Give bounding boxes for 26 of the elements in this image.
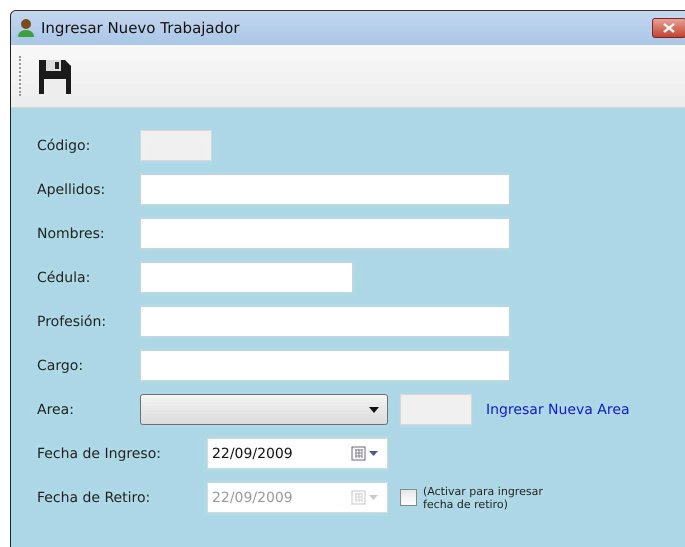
close-icon	[663, 23, 675, 33]
checkbox-label: (Activar para ingresar fecha de retiro)	[423, 484, 543, 510]
close-button[interactable]	[652, 18, 685, 38]
text-field[interactable]	[140, 350, 510, 381]
field-label: Código:	[37, 138, 92, 154]
field-label: Cargo:	[37, 358, 84, 374]
field-label: Fecha de Retiro:	[37, 490, 152, 506]
field-label: Fecha de Ingreso:	[37, 446, 162, 462]
field-label: Nombres:	[37, 226, 106, 242]
text-field[interactable]	[140, 174, 510, 205]
text-field[interactable]	[140, 218, 510, 249]
text-field[interactable]	[140, 262, 353, 293]
calendar-dropdown-icon	[351, 446, 381, 462]
calendar-dropdown-icon	[351, 490, 381, 506]
field-label: Cédula:	[37, 270, 92, 286]
window-title: Ingresar Nuevo Trabajador	[41, 19, 240, 37]
field-label: Apellidos:	[37, 182, 106, 198]
field-label: Area:	[37, 402, 75, 418]
caret-icon	[369, 406, 379, 412]
person-icon	[17, 18, 35, 38]
field-label: Profesión:	[37, 314, 108, 330]
date-picker[interactable]: 22/09/2009	[207, 438, 388, 469]
area-code-field	[400, 394, 472, 425]
new-area-link[interactable]: Ingresar Nueva Area	[486, 402, 630, 418]
text-field[interactable]	[140, 306, 510, 337]
area-dropdown[interactable]	[140, 394, 388, 425]
